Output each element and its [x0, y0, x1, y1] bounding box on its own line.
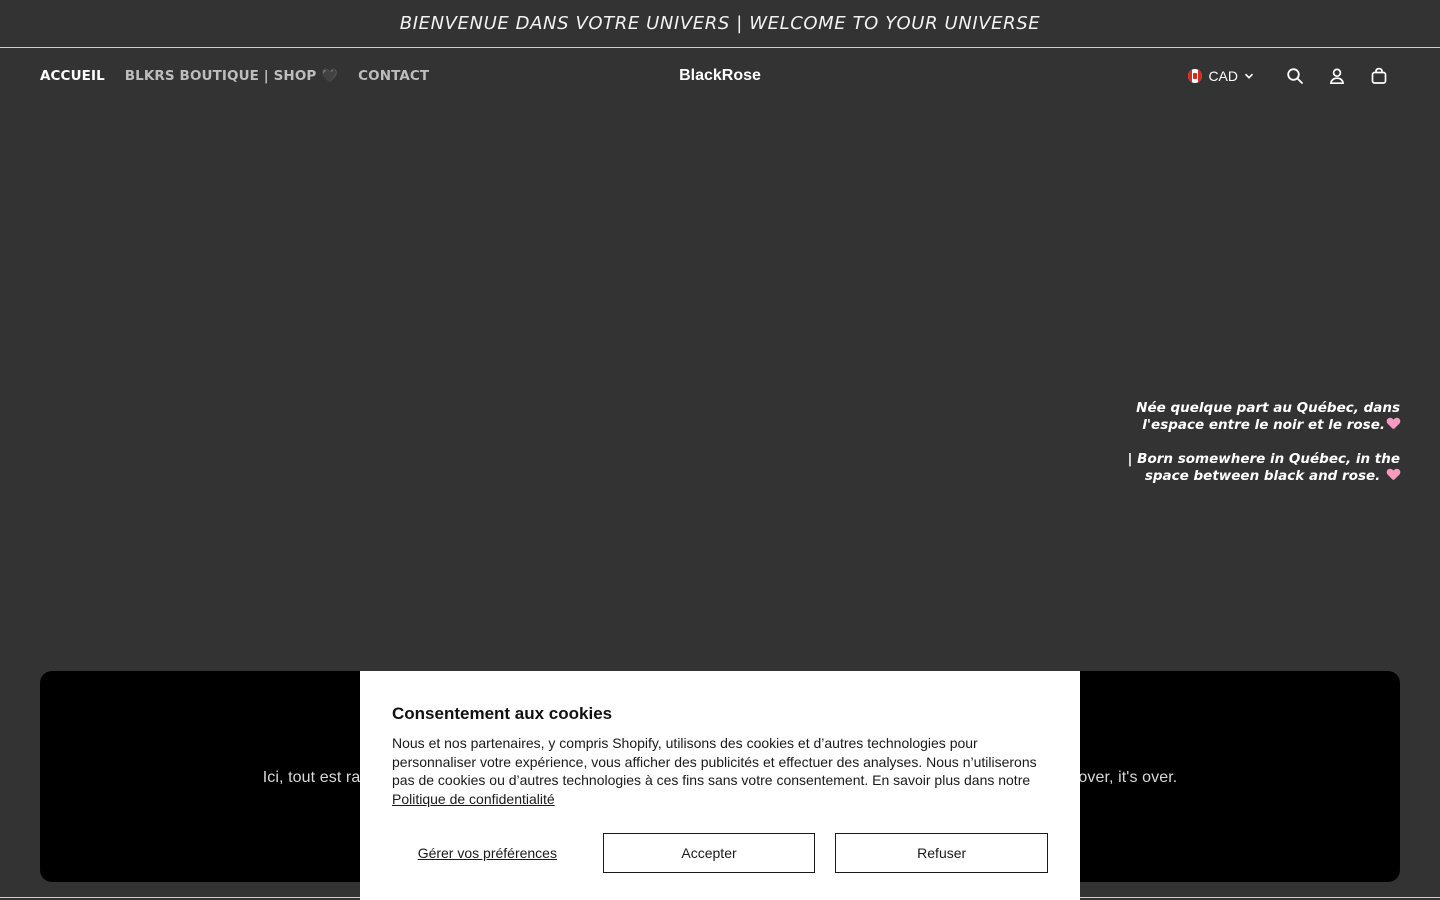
- announcement-text: BIENVENUE DANS VOTRE UNIVERS | WELCOME T…: [399, 13, 1041, 34]
- nav-item-shop[interactable]: BLKRS BOUTIQUE | SHOP 🖤: [125, 68, 338, 84]
- cookie-actions: Gérer vos préférences Accepter Refuser: [392, 833, 1048, 873]
- accept-button[interactable]: Accepter: [602, 833, 816, 873]
- header-actions: CAD: [1188, 58, 1400, 94]
- hero-text-en: | Born somewhere in Québec, in the space…: [1127, 451, 1400, 484]
- manage-preferences-button[interactable]: Gérer vos préférences: [392, 845, 583, 861]
- cookie-title: Consentement aux cookies: [392, 704, 613, 723]
- search-button[interactable]: [1274, 58, 1316, 94]
- pink-heart-icon: [1387, 418, 1400, 430]
- decline-button[interactable]: Refuser: [835, 833, 1048, 873]
- hero-tagline: Née quelque part au Québec, dans l'espac…: [1080, 400, 1400, 485]
- search-icon: [1287, 68, 1303, 84]
- chevron-down-icon: [1244, 73, 1254, 79]
- site-header: ACCUEIL BLKRS BOUTIQUE | SHOP 🖤 CONTACT …: [0, 48, 1440, 104]
- currency-selector[interactable]: CAD: [1188, 68, 1254, 84]
- cart-icon: [1371, 67, 1387, 84]
- nav-item-accueil[interactable]: ACCUEIL: [40, 68, 105, 84]
- cart-button[interactable]: [1358, 58, 1400, 94]
- announcement-bar: BIENVENUE DANS VOTRE UNIVERS | WELCOME T…: [0, 0, 1440, 48]
- site-logo[interactable]: BlackRose: [679, 67, 761, 85]
- currency-label: CAD: [1208, 68, 1238, 84]
- cookie-body: Nous et nos partenaires, y compris Shopi…: [392, 735, 1037, 807]
- main-nav: ACCUEIL BLKRS BOUTIQUE | SHOP 🖤 CONTACT: [40, 68, 429, 84]
- hero-text-fr: Née quelque part au Québec, dans l'espac…: [1136, 400, 1400, 433]
- account-icon: [1329, 68, 1345, 85]
- cookie-consent-dialog: Consentement aux cookies Nous et nos par…: [360, 671, 1080, 900]
- account-button[interactable]: [1316, 58, 1358, 94]
- privacy-policy-link[interactable]: Politique de confidentialité: [392, 791, 555, 807]
- pink-heart-icon: [1387, 469, 1400, 481]
- nav-item-contact[interactable]: CONTACT: [358, 68, 429, 84]
- canada-flag-icon: [1188, 69, 1203, 83]
